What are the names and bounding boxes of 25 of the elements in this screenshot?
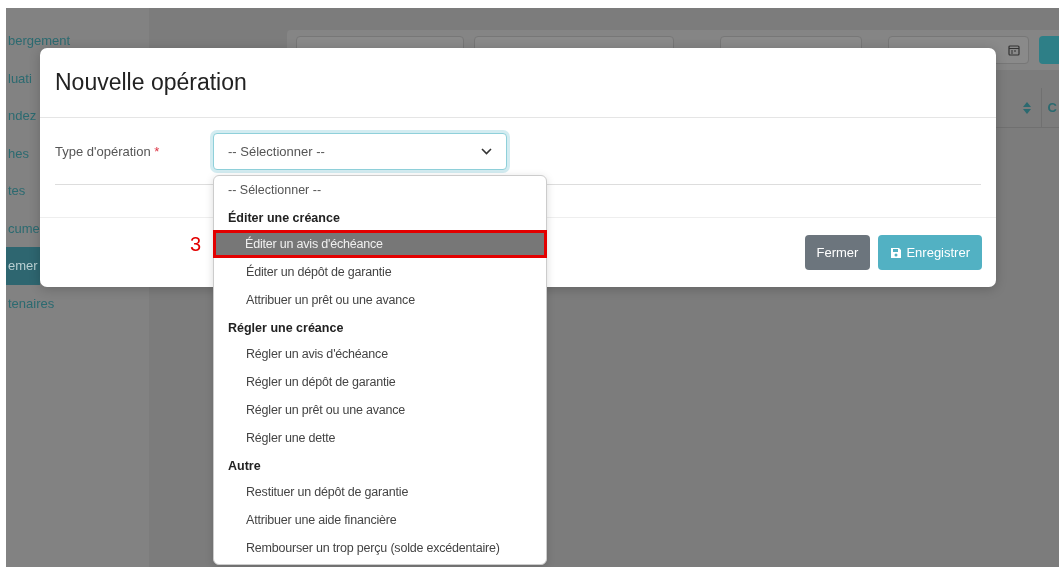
dropdown-option[interactable]: Éditer un dépôt de garantie [214,258,546,286]
dropdown-option[interactable]: Régler un dépôt de garantie [214,368,546,396]
field-label: Type d'opération * [55,142,161,161]
dropdown-option[interactable]: -- Sélectionner -- [214,177,546,204]
option-group-label: Éditer une créance [227,209,341,228]
dropdown-option[interactable]: Rembourser un trop perçu (solde excédentaire) [214,534,546,562]
dropdown-option[interactable]: Régler un prêt ou une avance [214,396,546,424]
modal-title: Nouvelle opération [55,68,247,97]
option-group-label: Régler une créance [227,320,345,338]
dropdown-option[interactable]: Régler une dette [214,424,546,452]
dropdown-option[interactable]: Éditer un avis d'échéance [213,230,547,258]
option-group-label: Autre [227,458,262,476]
calendar-icon [1008,44,1020,56]
toolbar-button[interactable] [1039,36,1059,64]
operation-type-select[interactable]: -- Sélectionner -- [213,133,507,170]
dropdown-option[interactable]: Régler un avis d'échéance [214,340,546,368]
dropdown-option[interactable]: Attribuer un prêt ou une avance [214,286,546,314]
annotation-number: 3 [190,234,202,254]
dropdown-option[interactable]: Restituer un dépôt de garantie [214,478,546,506]
sidebar-item[interactable]: emer [6,247,40,285]
save-icon [890,246,903,259]
close-button[interactable]: Fermer [804,235,871,270]
dropdown-option[interactable]: Attribuer une aide financière [214,506,546,534]
sort-icon[interactable] [1022,101,1031,114]
chevron-down-icon [481,148,492,155]
